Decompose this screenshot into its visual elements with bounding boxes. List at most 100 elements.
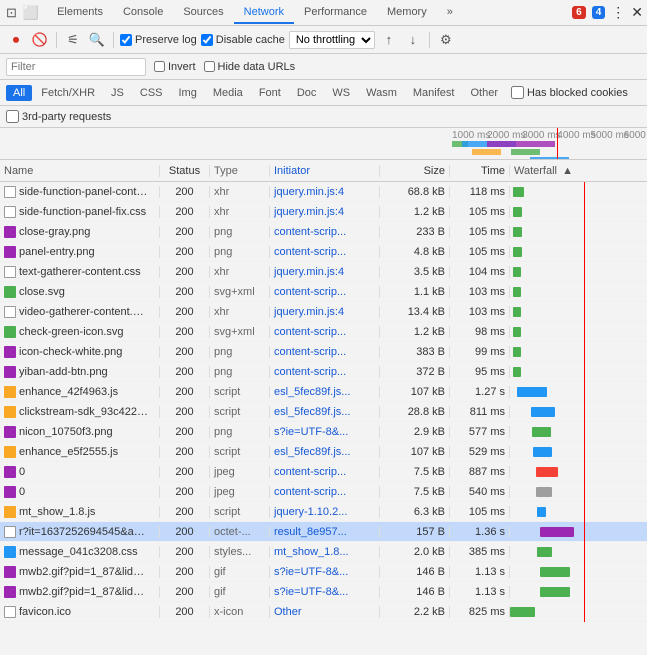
has-blocked-text: Has blocked cookies: [527, 87, 628, 99]
type-media-btn[interactable]: Media: [206, 85, 250, 101]
row-icon: [4, 326, 16, 338]
table-row[interactable]: check-green-icon.svg200svg+xmlcontent-sc…: [0, 322, 647, 342]
tab-sources[interactable]: Sources: [173, 2, 233, 24]
disable-cache-label[interactable]: Disable cache: [201, 34, 285, 46]
table-row[interactable]: mwb2.gif?pid=1_87&lid=fff...200gifs?ie=U…: [0, 582, 647, 602]
row-icon: [4, 246, 16, 258]
preserve-log-checkbox[interactable]: [120, 34, 132, 46]
table-row[interactable]: panel-entry.png200pngcontent-scrip...4.8…: [0, 242, 647, 262]
device-icon[interactable]: ⬜: [21, 3, 41, 23]
close-icon[interactable]: ✕: [631, 4, 643, 21]
table-row[interactable]: r?it=1637252694545&ak=a...200octet-...re…: [0, 522, 647, 542]
table-row[interactable]: enhance_42f4963.js200scriptesl_5fec89f.j…: [0, 382, 647, 402]
waterfall-bar: [532, 427, 551, 437]
table-row[interactable]: 0200jpegcontent-scrip...7.5 kB540 ms: [0, 482, 647, 502]
upload-icon[interactable]: ↑: [379, 30, 399, 50]
table-row[interactable]: close-gray.png200pngcontent-scrip...233 …: [0, 222, 647, 242]
has-blocked-cookies[interactable]: Has blocked cookies: [511, 86, 628, 99]
waterfall-bar: [510, 607, 535, 617]
disable-cache-checkbox[interactable]: [201, 34, 213, 46]
col-header-type[interactable]: Type: [210, 165, 270, 177]
type-xhr-btn[interactable]: Fetch/XHR: [34, 85, 102, 101]
table-row[interactable]: nicon_10750f3.png200pngs?ie=UTF-8&...2.9…: [0, 422, 647, 442]
search-btn[interactable]: 🔍: [87, 30, 107, 50]
table-row[interactable]: icon-check-white.png200pngcontent-scrip.…: [0, 342, 647, 362]
type-manifest-btn[interactable]: Manifest: [406, 85, 462, 101]
filter-toggle-btn[interactable]: ⚟: [63, 30, 83, 50]
waterfall-bar: [513, 227, 523, 237]
hide-data-urls-label[interactable]: Hide data URLs: [204, 61, 296, 73]
waterfall-cell: [510, 182, 647, 202]
type-wasm-btn[interactable]: Wasm: [359, 85, 404, 101]
invert-checkbox[interactable]: [154, 61, 165, 72]
preserve-log-label[interactable]: Preserve log: [120, 34, 197, 46]
type-other-btn[interactable]: Other: [463, 85, 505, 101]
table-body: side-function-panel-content...200xhrjque…: [0, 182, 647, 655]
row-icon: [4, 486, 16, 498]
clear-btn[interactable]: 🚫: [30, 30, 50, 50]
table-row[interactable]: 0200jpegcontent-scrip...7.5 kB887 ms: [0, 462, 647, 482]
table-row[interactable]: enhance_e5f2555.js200scriptesl_5fec89f.j…: [0, 442, 647, 462]
type-js-btn[interactable]: JS: [104, 85, 131, 101]
download-icon[interactable]: ↓: [403, 30, 423, 50]
table-row[interactable]: yiban-add-btn.png200pngcontent-scrip...3…: [0, 362, 647, 382]
col-header-size[interactable]: Size: [380, 165, 450, 177]
col-header-waterfall[interactable]: Waterfall ▲: [510, 165, 647, 177]
col-header-time[interactable]: Time: [450, 165, 510, 177]
throttle-select[interactable]: No throttling: [289, 31, 375, 49]
table-header: Name Status Type Initiator Size Time Wat…: [0, 160, 647, 182]
row-icon: [4, 206, 16, 218]
timeline-left-spacer: [0, 128, 452, 159]
third-party-label[interactable]: 3rd-party requests: [6, 110, 111, 123]
table-row[interactable]: side-function-panel-content...200xhrjque…: [0, 182, 647, 202]
table-row[interactable]: side-function-panel-fix.css200xhrjquery.…: [0, 202, 647, 222]
tab-network[interactable]: Network: [234, 2, 294, 24]
waterfall-bar: [513, 247, 523, 257]
cell-name: side-function-panel-content...: [0, 186, 160, 198]
waterfall-cell: [510, 442, 647, 462]
cell-name: icon-check-white.png: [0, 346, 160, 358]
tab-more[interactable]: »: [437, 2, 463, 24]
tab-performance[interactable]: Performance: [294, 2, 377, 24]
tab-memory[interactable]: Memory: [377, 2, 437, 24]
type-img-btn[interactable]: Img: [172, 85, 204, 101]
col-header-name[interactable]: Name: [0, 165, 160, 177]
waterfall-bar: [537, 547, 552, 557]
table-row[interactable]: mwb2.gif?pid=1_87&lid=fff...200gifs?ie=U…: [0, 562, 647, 582]
table-row[interactable]: favicon.ico200x-iconOther2.2 kB825 ms: [0, 602, 647, 622]
waterfall-bar: [513, 347, 521, 357]
waterfall-cell: [510, 362, 647, 382]
filter-input[interactable]: [6, 58, 146, 76]
col-header-status[interactable]: Status: [160, 165, 210, 177]
settings-btn[interactable]: ⚙: [436, 30, 456, 50]
cell-name: text-gatherer-content.css: [0, 266, 160, 278]
waterfall-cell: [510, 322, 647, 342]
third-party-checkbox[interactable]: [6, 110, 19, 123]
hide-data-urls-text: Hide data URLs: [218, 61, 296, 73]
type-doc-btn[interactable]: Doc: [290, 85, 324, 101]
invert-label[interactable]: Invert: [154, 61, 196, 73]
table-row[interactable]: close.svg200svg+xmlcontent-scrip...1.1 k…: [0, 282, 647, 302]
inspect-icon[interactable]: ⊡: [4, 3, 19, 23]
tab-elements[interactable]: Elements: [47, 2, 113, 24]
row-icon: [4, 306, 16, 318]
type-all-btn[interactable]: All: [6, 85, 32, 101]
tab-console[interactable]: Console: [113, 2, 173, 24]
sep3: [429, 32, 430, 48]
has-blocked-checkbox[interactable]: [511, 86, 524, 99]
table-row[interactable]: clickstream-sdk_93c422e.js200scriptesl_5…: [0, 402, 647, 422]
col-header-initiator[interactable]: Initiator: [270, 165, 380, 177]
table-row[interactable]: text-gatherer-content.css200xhrjquery.mi…: [0, 262, 647, 282]
table-row[interactable]: message_041c3208.css200styles...mt_show_…: [0, 542, 647, 562]
type-font-btn[interactable]: Font: [252, 85, 288, 101]
hide-data-urls-checkbox[interactable]: [204, 61, 215, 72]
type-css-btn[interactable]: CSS: [133, 85, 170, 101]
devtools-icons: ⊡ ⬜: [4, 3, 41, 23]
row-icon: [4, 366, 16, 378]
table-row[interactable]: mt_show_1.8.js200scriptjquery-1.10.2...6…: [0, 502, 647, 522]
record-btn[interactable]: ⏺: [6, 30, 26, 50]
settings-icon[interactable]: ⋮: [611, 4, 625, 21]
type-ws-btn[interactable]: WS: [325, 85, 357, 101]
sort-arrow: ▲: [562, 165, 573, 177]
table-row[interactable]: video-gatherer-content.css200xhrjquery.m…: [0, 302, 647, 322]
